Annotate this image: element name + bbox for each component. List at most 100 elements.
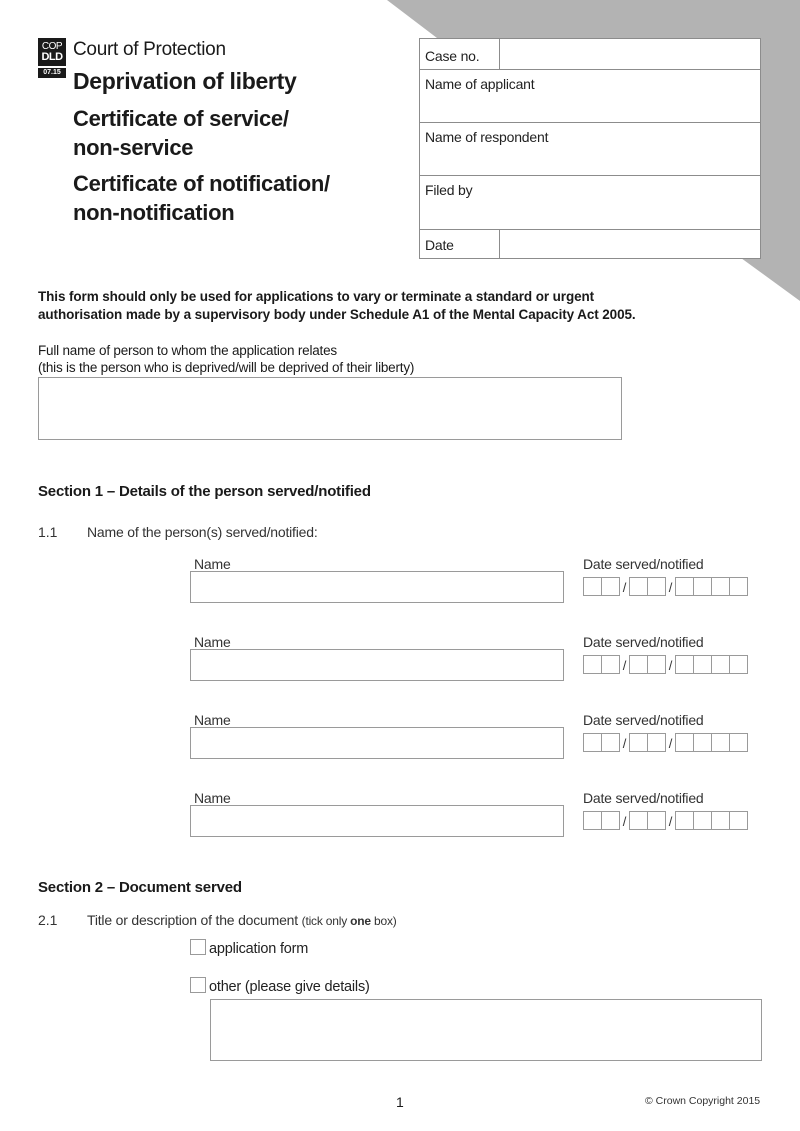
question-text: Title or description of the document (ti… [87,912,397,928]
full-name-label-line: (this is the person who is deprived/will… [38,360,415,375]
year-boxes [675,577,748,597]
case-no-row: Case no. [420,39,760,70]
date-served-input: / / [583,655,748,675]
date-digit-box[interactable] [675,733,694,752]
full-name-label: Full name of person to whom the applicat… [38,342,414,376]
date-digit-box[interactable] [729,655,748,674]
day-boxes [583,655,620,675]
case-no-label: Case no. [425,48,480,64]
applicant-row[interactable]: Name of applicant [420,69,760,123]
application-form-checkbox[interactable] [190,939,206,955]
date-served-label: Date served/notified [583,790,704,806]
filed-by-label: Filed by [425,182,473,198]
date-served-label: Date served/notified [583,556,704,572]
month-boxes [629,733,666,753]
subtitle-line: non-notification [73,200,235,225]
date-field[interactable] [500,229,760,258]
date-digit-box[interactable] [675,811,694,830]
logo-line2: DLD [41,51,63,63]
date-separator: / [668,658,673,673]
other-label: other (please give details) [209,979,370,995]
date-digit-box[interactable] [629,655,648,674]
date-digit-box[interactable] [675,577,694,596]
date-separator: / [622,580,627,595]
full-name-field[interactable] [38,377,622,440]
filed-by-row[interactable]: Filed by [420,175,760,230]
intro-line: This form should only be used for applic… [38,289,595,304]
year-boxes [675,733,748,753]
form-subtitle-service: Certificate of service/ non-service [73,104,289,162]
date-served-label: Date served/notified [583,634,704,650]
day-boxes [583,577,620,597]
date-served-label: Date served/notified [583,712,704,728]
date-digit-box[interactable] [711,811,730,830]
date-separator: / [668,814,673,829]
subtitle-line: Certificate of notification/ [73,171,330,196]
date-digit-box[interactable] [693,577,712,596]
date-label: Date [425,237,454,253]
case-info-box: Case no. Name of applicant Name of respo… [419,38,761,259]
question-hint: (tick only one box) [302,914,397,928]
date-digit-box[interactable] [693,655,712,674]
hint-post: box) [370,914,397,928]
date-digit-box[interactable] [729,577,748,596]
date-digit-box[interactable] [647,811,666,830]
date-served-input: / / [583,577,748,597]
date-digit-box[interactable] [629,577,648,596]
date-digit-box[interactable] [711,655,730,674]
name-label: Name [194,556,231,572]
full-name-label-line: Full name of person to whom the applicat… [38,343,337,358]
date-digit-box[interactable] [647,577,666,596]
other-details-field[interactable] [210,999,762,1061]
page-number: 1 [396,1094,404,1110]
copyright: © Crown Copyright 2015 [645,1095,761,1107]
served-name-field[interactable] [190,727,564,759]
date-digit-box[interactable] [647,733,666,752]
date-digit-box[interactable] [583,577,602,596]
intro-line: authorisation made by a supervisory body… [38,307,636,322]
date-digit-box[interactable] [601,577,620,596]
form-subtitle-notification: Certificate of notification/ non-notific… [73,169,330,227]
date-digit-box[interactable] [583,811,602,830]
date-separator: / [622,736,627,751]
date-served-input: / / [583,733,748,753]
date-digit-box[interactable] [583,655,602,674]
subtitle-line: non-service [73,135,194,160]
date-digit-box[interactable] [647,655,666,674]
served-name-field[interactable] [190,649,564,681]
application-form-label: application form [209,941,309,957]
date-digit-box[interactable] [629,733,648,752]
section2-heading: Section 2 – Document served [38,879,242,896]
month-boxes [629,811,666,831]
respondent-label: Name of respondent [425,129,549,145]
form-version: 07.15 [38,68,66,78]
question-number: 1.1 [38,524,58,540]
date-digit-box[interactable] [629,811,648,830]
date-digit-box[interactable] [693,733,712,752]
date-digit-box[interactable] [729,811,748,830]
applicant-label: Name of applicant [425,76,535,92]
date-digit-box[interactable] [583,733,602,752]
name-label: Name [194,634,231,650]
date-digit-box[interactable] [711,733,730,752]
date-digit-box[interactable] [729,733,748,752]
question-main: Title or description of the document [87,912,298,928]
date-digit-box[interactable] [711,577,730,596]
case-no-field[interactable] [500,39,760,69]
other-checkbox[interactable] [190,977,206,993]
date-digit-box[interactable] [601,733,620,752]
court-name: Court of Protection [73,39,226,60]
served-name-field[interactable] [190,571,564,603]
date-digit-box[interactable] [693,811,712,830]
date-digit-box[interactable] [601,811,620,830]
name-label: Name [194,790,231,806]
respondent-row[interactable]: Name of respondent [420,122,760,176]
hint-bold: one [350,914,371,928]
date-digit-box[interactable] [601,655,620,674]
date-digit-box[interactable] [675,655,694,674]
date-separator: / [668,736,673,751]
question-number: 2.1 [38,912,58,928]
date-separator: / [622,658,627,673]
intro-notice: This form should only be used for applic… [38,288,758,324]
served-name-field[interactable] [190,805,564,837]
